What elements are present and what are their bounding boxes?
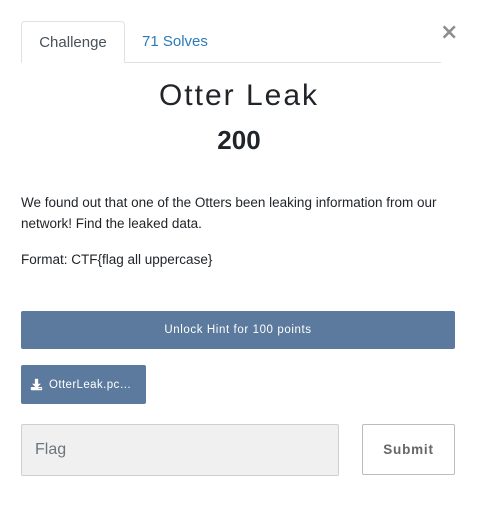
tab-challenge[interactable]: Challenge — [21, 21, 125, 63]
challenge-modal: × Challenge 71 Solves Otter Leak 200 We … — [0, 0, 478, 515]
download-file-button[interactable]: OtterLeak.pc… — [21, 365, 146, 404]
flag-format-text: Format: CTF{flag all uppercase} — [21, 252, 213, 267]
submit-button[interactable]: Submit — [362, 424, 455, 475]
tab-bar: Challenge 71 Solves — [21, 21, 441, 63]
download-icon — [30, 378, 43, 391]
challenge-title: Otter Leak — [158, 79, 320, 112]
flag-input[interactable] — [21, 424, 339, 476]
file-name-label: OtterLeak.pc… — [49, 378, 132, 391]
tab-solves[interactable]: 71 Solves — [142, 21, 208, 63]
close-button[interactable]: × — [440, 22, 458, 44]
challenge-description: We found out that one of the Otters been… — [21, 195, 437, 231]
challenge-value: 200 — [217, 125, 261, 155]
unlock-hint-button[interactable]: Unlock Hint for 100 points — [21, 311, 455, 349]
